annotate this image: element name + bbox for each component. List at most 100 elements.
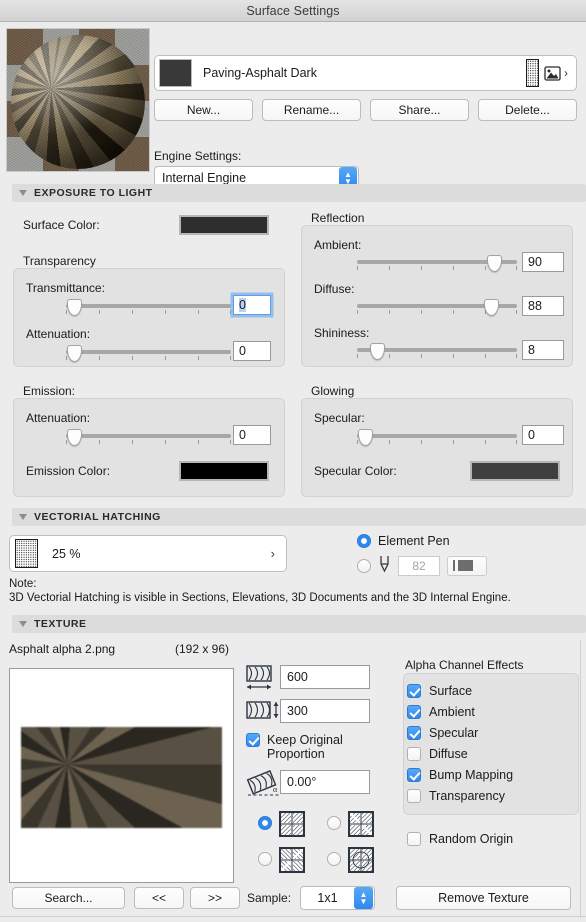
transmittance-label: Transmittance:	[26, 281, 105, 295]
custom-pen-row[interactable]: 82	[357, 555, 487, 576]
section-header-hatching[interactable]: VECTORIAL HATCHING	[12, 508, 586, 526]
material-color-swatch[interactable]	[159, 59, 192, 87]
sample-select[interactable]: 1x1 ▲ ▼	[300, 886, 375, 910]
remove-texture-button[interactable]: Remove Texture	[396, 886, 571, 910]
diffuse-slider[interactable]	[357, 298, 517, 320]
orientation-normal-icon[interactable]	[279, 811, 305, 837]
engine-settings-value: Internal Engine	[162, 170, 247, 185]
section-header-exposure[interactable]: EXPOSURE TO LIGHT	[12, 184, 586, 202]
alpha-specular-checkbox[interactable]	[407, 726, 421, 740]
alpha-bump-checkbox[interactable]	[407, 768, 421, 782]
pen-weight-bar-icon	[453, 560, 455, 571]
material-name-label: Paving-Asphalt Dark	[203, 66, 317, 80]
ambient-input[interactable]: 90	[522, 252, 564, 272]
section-title-texture: TEXTURE	[34, 618, 87, 630]
ambient-value: 90	[528, 255, 542, 269]
window-titlebar: Surface Settings	[0, 0, 586, 22]
random-origin-checkbox[interactable]	[407, 832, 421, 846]
alpha-transparency-checkbox[interactable]	[407, 789, 421, 803]
texture-next-button[interactable]: >>	[190, 887, 240, 909]
svg-text:α: α	[273, 785, 278, 794]
element-pen-radio-row[interactable]: Element Pen	[357, 534, 450, 548]
glowing-group-label: Glowing	[311, 384, 355, 398]
specular-input[interactable]: 0	[522, 425, 564, 445]
share-button[interactable]: Share...	[370, 99, 469, 121]
engine-settings-label: Engine Settings:	[154, 149, 242, 163]
transparency-attenuation-label: Attenuation:	[26, 327, 91, 341]
shininess-input[interactable]: 8	[522, 340, 564, 360]
section-header-texture[interactable]: TEXTURE	[12, 615, 586, 633]
orientation-normal-radio[interactable]	[258, 816, 272, 830]
texture-width-input[interactable]: 600	[280, 665, 370, 689]
alpha-diffuse-row[interactable]: Diffuse	[407, 747, 468, 761]
keep-proportion-row[interactable]: Keep Original Proportion	[246, 733, 371, 761]
texture-file-name: Asphalt alpha 2.png	[9, 642, 116, 656]
ambient-slider[interactable]	[357, 254, 517, 276]
alpha-surface-row[interactable]: Surface	[407, 684, 472, 698]
diffuse-input[interactable]: 88	[522, 296, 564, 316]
transparency-attenuation-slider[interactable]	[66, 344, 231, 366]
orientation-mirror-vertical-radio[interactable]	[327, 816, 341, 830]
surface-color-label: Surface Color:	[23, 218, 100, 232]
emission-color-swatch[interactable]	[179, 461, 269, 481]
hatching-note-text: 3D Vectorial Hatching is visible in Sect…	[9, 592, 511, 604]
orientation-mirror-vertical-icon[interactable]	[348, 811, 374, 837]
diffuse-value: 88	[528, 299, 542, 313]
specular-track[interactable]	[357, 434, 517, 438]
emission-attenuation-input[interactable]: 0	[233, 425, 271, 445]
new-button[interactable]: New...	[154, 99, 253, 121]
emission-attenuation-ticks	[66, 440, 231, 446]
pen-number-input[interactable]: 82	[398, 555, 440, 576]
emission-group-label: Emission:	[23, 384, 76, 398]
random-origin-row[interactable]: Random Origin	[407, 832, 513, 846]
shininess-slider[interactable]	[357, 342, 517, 364]
alpha-ambient-checkbox[interactable]	[407, 705, 421, 719]
element-pen-label: Element Pen	[378, 534, 450, 548]
chevron-updown-icon[interactable]: ▲ ▼	[354, 887, 373, 909]
orientation-rotated-icon[interactable]	[348, 847, 374, 873]
pen-color-square-icon	[458, 560, 473, 571]
keep-proportion-checkbox[interactable]	[246, 733, 260, 747]
emission-attenuation-slider[interactable]	[66, 428, 231, 450]
hatching-pattern-selector[interactable]: 25 % ›	[9, 535, 287, 572]
transmittance-input[interactable]: 0	[233, 295, 271, 315]
specular-slider[interactable]	[357, 428, 517, 450]
surface-color-swatch[interactable]	[179, 215, 269, 235]
pen-color-swatch[interactable]	[447, 555, 487, 576]
transparency-attenuation-track[interactable]	[66, 350, 231, 354]
orientation-rotated-radio[interactable]	[327, 852, 341, 866]
texture-preview[interactable]	[9, 668, 234, 883]
hatching-chevron-icon[interactable]: ›	[271, 546, 275, 561]
alpha-bump-row[interactable]: Bump Mapping	[407, 768, 513, 782]
alpha-surface-checkbox[interactable]	[407, 684, 421, 698]
texture-prev-button[interactable]: <<	[134, 887, 184, 909]
custom-pen-radio[interactable]	[357, 558, 371, 573]
disclosure-triangle-icon	[19, 190, 27, 196]
alpha-ambient-row[interactable]: Ambient	[407, 705, 475, 719]
alpha-specular-row[interactable]: Specular	[407, 726, 478, 740]
material-name-field[interactable]: Paving-Asphalt Dark ›	[154, 55, 577, 91]
rename-button[interactable]: Rename...	[262, 99, 361, 121]
transparency-attenuation-input[interactable]: 0	[233, 341, 271, 361]
element-pen-radio[interactable]	[357, 534, 371, 548]
material-browse-chevron-icon[interactable]: ›	[564, 67, 568, 79]
material-preview-ball	[11, 35, 145, 169]
hatching-percent-label: 25 %	[52, 546, 81, 561]
texture-height-input[interactable]: 300	[280, 699, 370, 723]
alpha-transparency-row[interactable]: Transparency	[407, 789, 505, 803]
emission-attenuation-track[interactable]	[66, 434, 231, 438]
specular-color-swatch[interactable]	[470, 461, 560, 481]
alpha-diffuse-checkbox[interactable]	[407, 747, 421, 761]
delete-button[interactable]: Delete...	[478, 99, 577, 121]
texture-search-button[interactable]: Search...	[12, 887, 125, 909]
orientation-mirror-horizontal-icon[interactable]	[279, 847, 305, 873]
transmittance-slider-ticks	[66, 310, 231, 316]
specular-label: Specular:	[314, 411, 365, 425]
picture-icon[interactable]	[544, 65, 561, 81]
texture-angle-input[interactable]: 0.00°	[280, 770, 370, 794]
bottom-divider	[0, 916, 586, 917]
transmittance-slider[interactable]	[66, 298, 231, 320]
orientation-mirror-horizontal-radio[interactable]	[258, 852, 272, 866]
transmittance-slider-track[interactable]	[66, 304, 231, 308]
specular-color-label: Specular Color:	[314, 464, 397, 478]
